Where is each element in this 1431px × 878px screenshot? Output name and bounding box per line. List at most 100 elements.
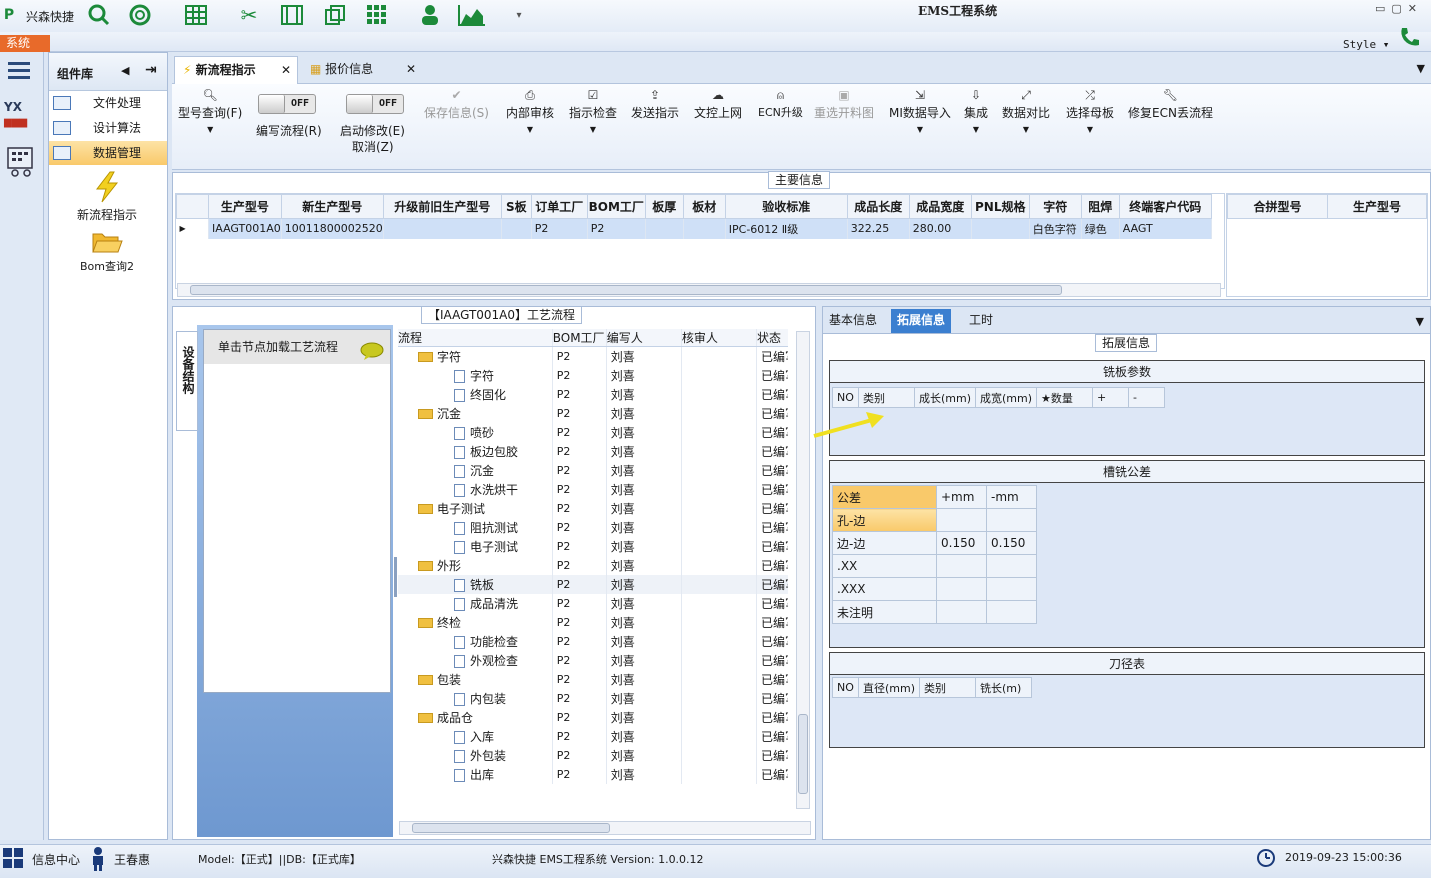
save-info-button[interactable]: ✔ 保存信息(S): [424, 88, 489, 121]
tree-row[interactable]: 出库 P2刘喜 已编写: [398, 764, 788, 784]
shortcut-bom-query[interactable]: Bom查询2: [57, 229, 157, 274]
table-cell[interactable]: IAAGT001A0: [208, 218, 282, 239]
tree-row[interactable]: 终检 P2刘喜 已编写: [398, 612, 788, 632]
tree-row[interactable]: 包装 P2刘喜 已编写: [398, 669, 788, 689]
collapse-left-icon[interactable]: ◀: [121, 64, 129, 77]
cancel-button[interactable]: 取消(Z): [352, 138, 394, 155]
col-header[interactable]: 板材: [682, 194, 726, 219]
tree-row[interactable]: 电子测试 P2刘喜 已编写: [398, 498, 788, 518]
table-cell[interactable]: [501, 218, 532, 239]
internal-review-button[interactable]: ⎙ 内部审核 ▼: [506, 88, 554, 135]
tree-row[interactable]: 外形 P2刘喜 已编写: [398, 555, 788, 575]
edit-flow-toggle[interactable]: OFF: [258, 94, 316, 114]
tolerance-cell[interactable]: 0.150: [986, 531, 1037, 555]
tree-node[interactable]: 字符: [398, 365, 553, 385]
windows-grid-icon[interactable]: [2, 847, 24, 872]
tree-row[interactable]: 成品仓 P2刘喜 已编写: [398, 707, 788, 727]
tree-node[interactable]: 电子测试: [398, 498, 553, 518]
tree-node[interactable]: 字符: [398, 346, 553, 366]
tree-row[interactable]: 水洗烘干 P2刘喜 已编写: [398, 479, 788, 499]
indicate-check-button[interactable]: ☑ 指示检查 ▼: [569, 88, 617, 135]
model-query-button[interactable]: 🔍︎ 型号查询(F) ▼: [178, 88, 242, 135]
mi-import-button[interactable]: ⇲ MI数据导入 ▼: [889, 88, 951, 135]
tree-row[interactable]: 喷砂 P2刘喜 已编写: [398, 422, 788, 442]
col-header[interactable]: 板厚: [644, 194, 684, 219]
choose-mother-button[interactable]: ⤮ 选择母板 ▼: [1066, 88, 1114, 135]
col-header[interactable]: BOM工厂: [552, 329, 607, 347]
panel-dropdown-icon[interactable]: ▼: [1416, 315, 1424, 328]
table-cell[interactable]: P2: [531, 218, 588, 239]
table-cell[interactable]: [683, 218, 726, 239]
tree-node[interactable]: 沉金: [398, 403, 553, 423]
tree-row[interactable]: 沉金 P2刘喜 已编写: [398, 460, 788, 480]
shortcut-new-flow[interactable]: 新流程指示: [57, 171, 157, 223]
table-icon[interactable]: [183, 2, 209, 28]
tolerance-cell[interactable]: [936, 577, 987, 601]
tree-node[interactable]: 终固化: [398, 384, 553, 404]
table-cell[interactable]: 白色字符: [1029, 218, 1082, 239]
tab-work-hours[interactable]: 工时: [963, 309, 999, 333]
tree-row[interactable]: 字符 P2刘喜 已编写: [398, 365, 788, 385]
info-center-link[interactable]: 信息中心: [32, 851, 80, 868]
table-cell[interactable]: 322.25: [847, 218, 910, 239]
tree-node[interactable]: 喷砂: [398, 422, 553, 442]
col-header[interactable]: 成品长度: [846, 194, 910, 219]
tab-basic-info[interactable]: 基本信息: [823, 309, 883, 333]
col-header[interactable]: -: [1128, 387, 1166, 408]
hamburger-icon[interactable]: [8, 60, 32, 83]
tab-quote-info[interactable]: ▦ 报价信息 ✕: [302, 56, 416, 84]
tolerance-cell[interactable]: [986, 600, 1037, 624]
grid-icon[interactable]: [364, 2, 390, 28]
table-row[interactable]: ▶ IAAGT001A0 10011800002520 P2 P2 IPC-6012 Ⅱ级…: [176, 218, 1212, 239]
col-header[interactable]: 铣长(m): [975, 677, 1033, 698]
tree-row[interactable]: 终固化 P2刘喜 已编写: [398, 384, 788, 404]
tolerance-cell[interactable]: [986, 508, 1037, 532]
tree-vscrollbar[interactable]: [796, 331, 810, 809]
scroll-thumb[interactable]: [190, 285, 1062, 295]
calculator-icon[interactable]: [6, 146, 36, 181]
splitter-handle[interactable]: [394, 557, 397, 597]
tolerance-cell[interactable]: [936, 508, 987, 532]
col-header[interactable]: 字符: [1028, 194, 1082, 219]
system-tab[interactable]: 系统: [0, 35, 50, 52]
send-indicate-button[interactable]: ⇪ 发送指示: [631, 88, 679, 121]
tree-row[interactable]: 功能检查 P2刘喜 已编写: [398, 631, 788, 651]
tolerance-cell[interactable]: [936, 554, 987, 578]
close-icon[interactable]: ✕: [406, 56, 416, 82]
col-header[interactable]: 成长(mm): [913, 387, 977, 408]
tree-node[interactable]: 成品仓: [398, 707, 553, 727]
col-header[interactable]: 升级前旧生产型号: [382, 194, 502, 219]
yx-factory-icon[interactable]: YX ▆▆▆: [4, 100, 38, 132]
tree-node[interactable]: 内包装: [398, 688, 553, 708]
tree-hscrollbar[interactable]: [399, 821, 811, 835]
col-header[interactable]: 状态: [756, 329, 788, 347]
tree-node[interactable]: 阻抗测试: [398, 517, 553, 537]
tolerance-cell[interactable]: [936, 600, 987, 624]
col-header[interactable]: 生产型号: [1327, 194, 1427, 219]
table-cell[interactable]: [383, 218, 502, 239]
tree-row[interactable]: 阻抗测试 P2刘喜 已编写: [398, 517, 788, 537]
tolerance-row[interactable]: .XX: [832, 554, 1037, 578]
tree-row[interactable]: 外包装 P2刘喜 已编写: [398, 745, 788, 765]
close-icon[interactable]: ✕: [281, 57, 291, 83]
col-header[interactable]: BOM工厂: [586, 194, 646, 219]
tree-row[interactable]: 板边包胶 P2刘喜 已编写: [398, 441, 788, 461]
tree-node[interactable]: 外包装: [398, 745, 553, 765]
col-header[interactable]: 新生产型号: [280, 194, 384, 219]
tree-node[interactable]: 外形: [398, 555, 553, 575]
main-grid-hscrollbar[interactable]: [177, 283, 1221, 297]
tolerance-row[interactable]: .XXX: [832, 577, 1037, 601]
tree-node[interactable]: 功能检查: [398, 631, 553, 651]
col-header[interactable]: 成宽(mm): [975, 387, 1038, 408]
tree-row[interactable]: 电子测试 P2刘喜 已编写: [398, 536, 788, 556]
table-cell[interactable]: AAGT: [1119, 218, 1212, 239]
component-item-data[interactable]: 数据管理: [49, 141, 167, 166]
col-header[interactable]: PNL规格: [970, 194, 1030, 219]
tree-node[interactable]: 水洗烘干: [398, 479, 553, 499]
tree-node[interactable]: 终检: [398, 612, 553, 632]
component-item-design[interactable]: 设计算法: [49, 116, 167, 141]
tree-row[interactable]: 铣板 P2刘喜 已编写: [398, 574, 788, 594]
tree-node[interactable]: 成品清洗: [398, 593, 553, 613]
redraw-cut-map-button[interactable]: ▣ 重选开料图: [814, 88, 874, 121]
ecn-upgrade-button[interactable]: ⍝ ECN升级: [758, 88, 803, 120]
